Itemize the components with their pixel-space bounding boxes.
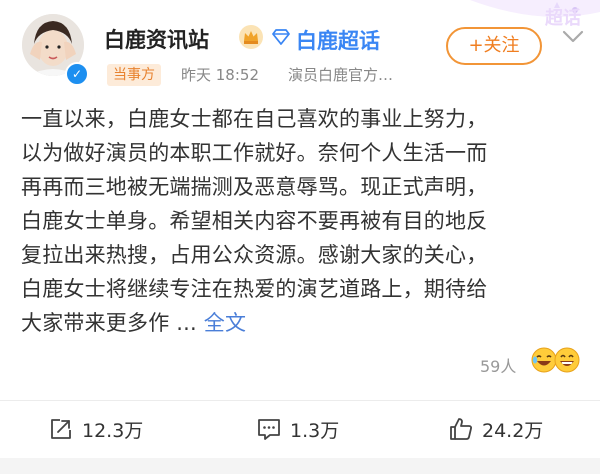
card-separator	[0, 458, 600, 474]
action-bar-divider	[0, 400, 600, 401]
post-text-line: 再再而三地被无端揣测及恶意辱骂。现正式声明，	[21, 175, 488, 199]
post-text-line: 复拉出来热搜，占用公众资源。感谢大家的关心，	[21, 243, 488, 267]
post-text-line: 白鹿女士将继续专注在热爱的演艺道路上，期待给	[21, 277, 488, 301]
repost-count: 12.3万	[82, 419, 144, 442]
like-button[interactable]: 24.2万	[448, 414, 543, 444]
post-time: 昨天 18:52	[181, 66, 259, 84]
svg-text:超话: 超话	[545, 7, 581, 29]
repost-icon	[51, 419, 71, 439]
thumbs-up-icon	[450, 418, 472, 440]
comment-button[interactable]: 1.3万	[256, 414, 339, 444]
vip-crown-icon	[239, 25, 263, 49]
post-text-last-line: 大家带来更多作 ... 全文	[21, 306, 587, 340]
verified-icon: ✓	[65, 62, 89, 86]
grin-emoji-icon	[554, 347, 580, 373]
party-badge: 当事方	[107, 64, 161, 86]
post-text-line: 白鹿女士单身。希望相关内容不要再被有目的地反	[21, 209, 488, 233]
full-text-link[interactable]: 全文	[204, 311, 246, 335]
comment-count: 1.3万	[290, 419, 340, 442]
like-count: 24.2万	[482, 419, 544, 442]
comment-icon	[258, 419, 280, 440]
post-text-line: 一直以来，白鹿女士都在自己喜欢的事业上努力，	[21, 107, 488, 131]
post-source[interactable]: 演员白鹿官方…	[288, 64, 393, 86]
weibo-post-card: 超话 ✓ 白鹿资讯站 白鹿超话 +关注 当事方 昨天 18:52 演员白鹿官方…	[0, 0, 600, 474]
super-topic-diamond-icon	[272, 29, 290, 45]
reaction-count[interactable]: 59人	[480, 353, 516, 377]
chevron-down-icon[interactable]	[562, 30, 584, 44]
repost-button[interactable]: 12.3万	[48, 414, 143, 444]
post-text: 一直以来，白鹿女士都在自己喜欢的事业上努力， 以为做好演员的本职工作就好。奈何个…	[21, 102, 587, 340]
post-text-line: 以为做好演员的本职工作就好。奈何个人生活一而	[21, 141, 488, 165]
super-topic-link[interactable]: 白鹿超话	[296, 25, 380, 55]
username[interactable]: 白鹿资讯站	[104, 24, 209, 54]
post-text-truncated: 大家带来更多作 ...	[21, 311, 197, 335]
follow-button[interactable]: +关注	[446, 27, 542, 65]
